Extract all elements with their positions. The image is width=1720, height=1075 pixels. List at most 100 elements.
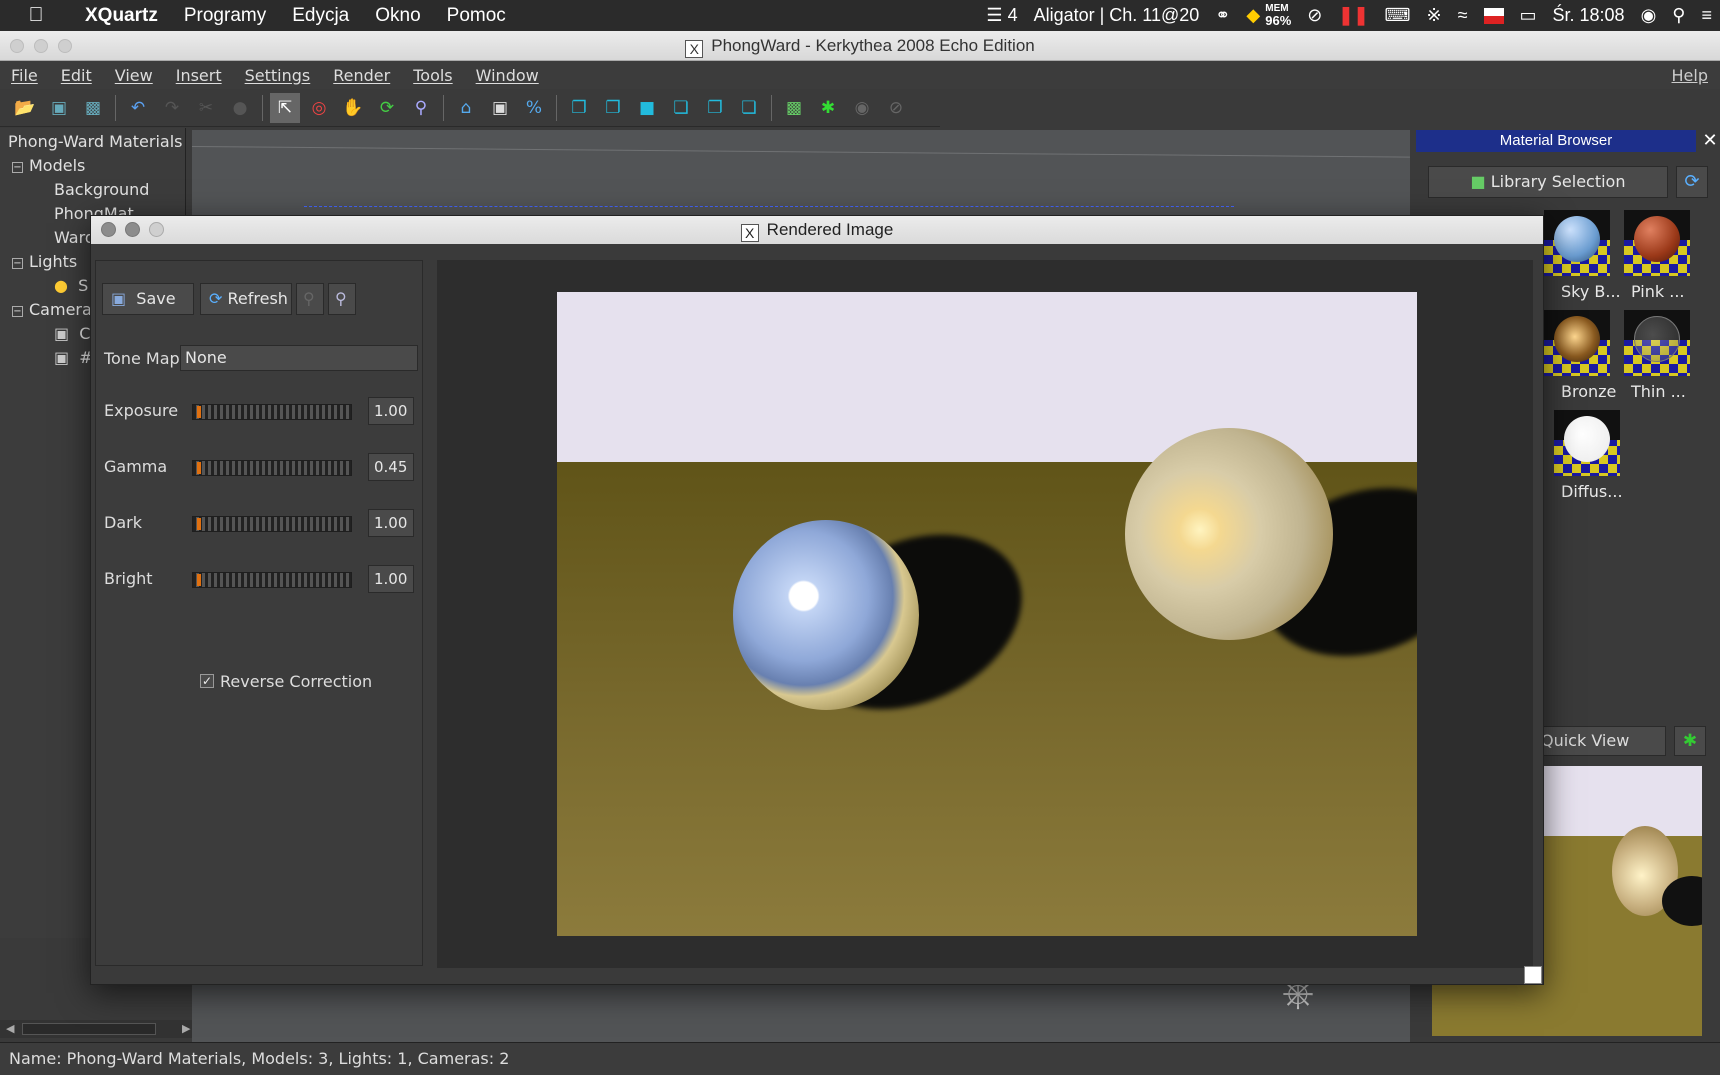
mac-menu-programy[interactable]: Programy <box>171 5 279 27</box>
menu-render[interactable]: Render <box>322 66 402 85</box>
orbit-icon[interactable]: ⟳ <box>372 93 402 123</box>
user-icon[interactable]: ◉ <box>1633 5 1665 26</box>
tree-item-camera-1[interactable]: ▣ C <box>54 324 90 343</box>
scroll-right-icon[interactable]: ▶ <box>182 1022 190 1035</box>
redo-icon[interactable]: ↷ <box>157 93 187 123</box>
exposure-value[interactable]: 1.00 <box>368 397 414 425</box>
tree-item-light[interactable]: ● S <box>54 276 88 295</box>
reverse-correction-checkbox[interactable]: ✓ <box>200 674 214 688</box>
stop-icon[interactable]: ⊘ <box>881 93 911 123</box>
close-window-button[interactable] <box>10 39 24 53</box>
slider-knob[interactable] <box>197 462 201 474</box>
scrollbar-thumb[interactable] <box>22 1023 156 1035</box>
close-icon[interactable]: ✕ <box>1700 130 1720 152</box>
spotlight-icon[interactable]: ⚲ <box>1664 5 1693 26</box>
tree-item-background[interactable]: Background <box>54 180 149 199</box>
apple-icon[interactable]:  <box>0 4 72 27</box>
bright-slider[interactable] <box>192 572 352 588</box>
menu-window[interactable]: Window <box>465 66 551 85</box>
menu-tools[interactable]: Tools <box>402 66 464 85</box>
tree-horizontal-scrollbar[interactable]: ◀ ▶ <box>0 1020 200 1038</box>
zoom-icon[interactable]: ⚲ <box>406 93 436 123</box>
clock[interactable]: Śr. 18:08 <box>1545 5 1633 26</box>
collapse-icon[interactable]: − <box>12 162 23 173</box>
bluetooth-icon[interactable]: ※ <box>1419 5 1450 26</box>
percent-icon[interactable]: % <box>519 93 549 123</box>
menu-file[interactable]: File <box>0 66 50 85</box>
zoom-out-button[interactable]: ⚲ <box>296 283 324 315</box>
gamma-value[interactable]: 0.45 <box>368 453 414 481</box>
start-icon[interactable]: ✱ <box>813 93 843 123</box>
mac-menu-okno[interactable]: Okno <box>362 5 433 27</box>
slider-knob[interactable] <box>197 574 201 586</box>
render-icon[interactable]: ▩ <box>779 93 809 123</box>
zoom-in-button[interactable]: ⚲ <box>328 283 356 315</box>
zoom-window-button[interactable] <box>58 39 72 53</box>
undo-icon[interactable]: ↶ <box>123 93 153 123</box>
sync-icon[interactable]: ⊘ <box>1299 5 1330 26</box>
aligator-status[interactable]: Aligator | Ch. 11@20 <box>1026 5 1208 26</box>
material-thumb-thin[interactable] <box>1624 310 1690 376</box>
dark-value[interactable]: 1.00 <box>368 509 414 537</box>
tone-map-select[interactable]: None <box>180 345 418 371</box>
refresh-button[interactable]: ⟳ Refresh <box>200 283 292 315</box>
refresh-library-icon[interactable]: ⟳ <box>1676 166 1708 198</box>
wifi-icon[interactable]: ≈ <box>1450 5 1476 26</box>
menu-help[interactable]: Help <box>1672 66 1708 85</box>
copy-icon[interactable]: ● <box>225 93 255 123</box>
notes-status[interactable]: ☰ 4 <box>978 5 1025 26</box>
slider-knob[interactable] <box>197 518 201 530</box>
keyboard-icon[interactable]: ⌨ <box>1377 5 1419 26</box>
tree-item-ward[interactable]: Ward <box>54 228 95 247</box>
flag-pl-icon[interactable]: PRO <box>1476 7 1512 26</box>
mac-menu-edycja[interactable]: Edycja <box>279 5 362 27</box>
material-thumb-pink[interactable] <box>1624 210 1690 276</box>
mac-menu-app[interactable]: XQuartz <box>72 5 171 27</box>
minimize-window-button[interactable] <box>34 39 48 53</box>
camera-icon[interactable]: ▣ <box>485 93 515 123</box>
cube-front-icon[interactable]: ❐ <box>564 93 594 123</box>
gamma-slider[interactable] <box>192 460 352 476</box>
save-icon[interactable]: ▣ <box>44 93 74 123</box>
cube-top-icon[interactable]: ■ <box>632 93 662 123</box>
material-thumb-bronze[interactable] <box>1544 310 1610 376</box>
save-all-icon[interactable]: ▩ <box>78 93 108 123</box>
tree-item-camera-2[interactable]: ▣ # <box>54 348 93 367</box>
dialog-zoom-button[interactable] <box>149 222 164 237</box>
resize-grip-icon[interactable] <box>1524 966 1542 984</box>
pause-icon[interactable]: ◉ <box>847 93 877 123</box>
tree-root[interactable]: Phong-Ward Materials <box>8 132 182 151</box>
notification-center-icon[interactable]: ≡ <box>1693 5 1720 26</box>
creative-cloud-icon[interactable]: ⚭ <box>1207 5 1238 26</box>
cube-right-icon[interactable]: ❏ <box>734 93 764 123</box>
mac-menu-pomoc[interactable]: Pomoc <box>434 5 519 27</box>
exposure-slider[interactable] <box>192 404 352 420</box>
slider-knob[interactable] <box>197 406 201 418</box>
home-icon[interactable]: ⌂ <box>451 93 481 123</box>
quick-view-render-icon[interactable]: ✱ <box>1674 726 1706 756</box>
library-selection-button[interactable]: ■ Library Selection <box>1428 166 1668 198</box>
scroll-left-icon[interactable]: ◀ <box>6 1022 14 1035</box>
collapse-icon[interactable]: − <box>12 258 23 269</box>
save-button[interactable]: ▣ Save <box>102 283 194 315</box>
select-icon[interactable]: ⇱ <box>270 92 300 123</box>
material-thumb-diffuse[interactable] <box>1554 410 1620 476</box>
pause-red-icon[interactable]: ❚❚ <box>1330 5 1376 26</box>
material-thumb-sky-blue[interactable] <box>1544 210 1610 276</box>
target-icon[interactable]: ◎ <box>304 93 334 123</box>
cut-icon[interactable]: ✂ <box>191 93 221 123</box>
dark-slider[interactable] <box>192 516 352 532</box>
dialog-close-button[interactable] <box>101 222 116 237</box>
cube-left-icon[interactable]: ❐ <box>700 93 730 123</box>
battery-icon[interactable]: ▭ <box>1512 5 1545 26</box>
pan-icon[interactable]: ✋ <box>338 93 368 123</box>
tree-models[interactable]: − Models <box>12 156 85 175</box>
cube-back-icon[interactable]: ❐ <box>598 93 628 123</box>
tree-lights[interactable]: − Lights <box>12 252 77 271</box>
dialog-minimize-button[interactable] <box>125 222 140 237</box>
menu-insert[interactable]: Insert <box>165 66 234 85</box>
collapse-icon[interactable]: − <box>12 306 23 317</box>
cube-bottom-icon[interactable]: ❏ <box>666 93 696 123</box>
menu-view[interactable]: View <box>104 66 165 85</box>
bright-value[interactable]: 1.00 <box>368 565 414 593</box>
